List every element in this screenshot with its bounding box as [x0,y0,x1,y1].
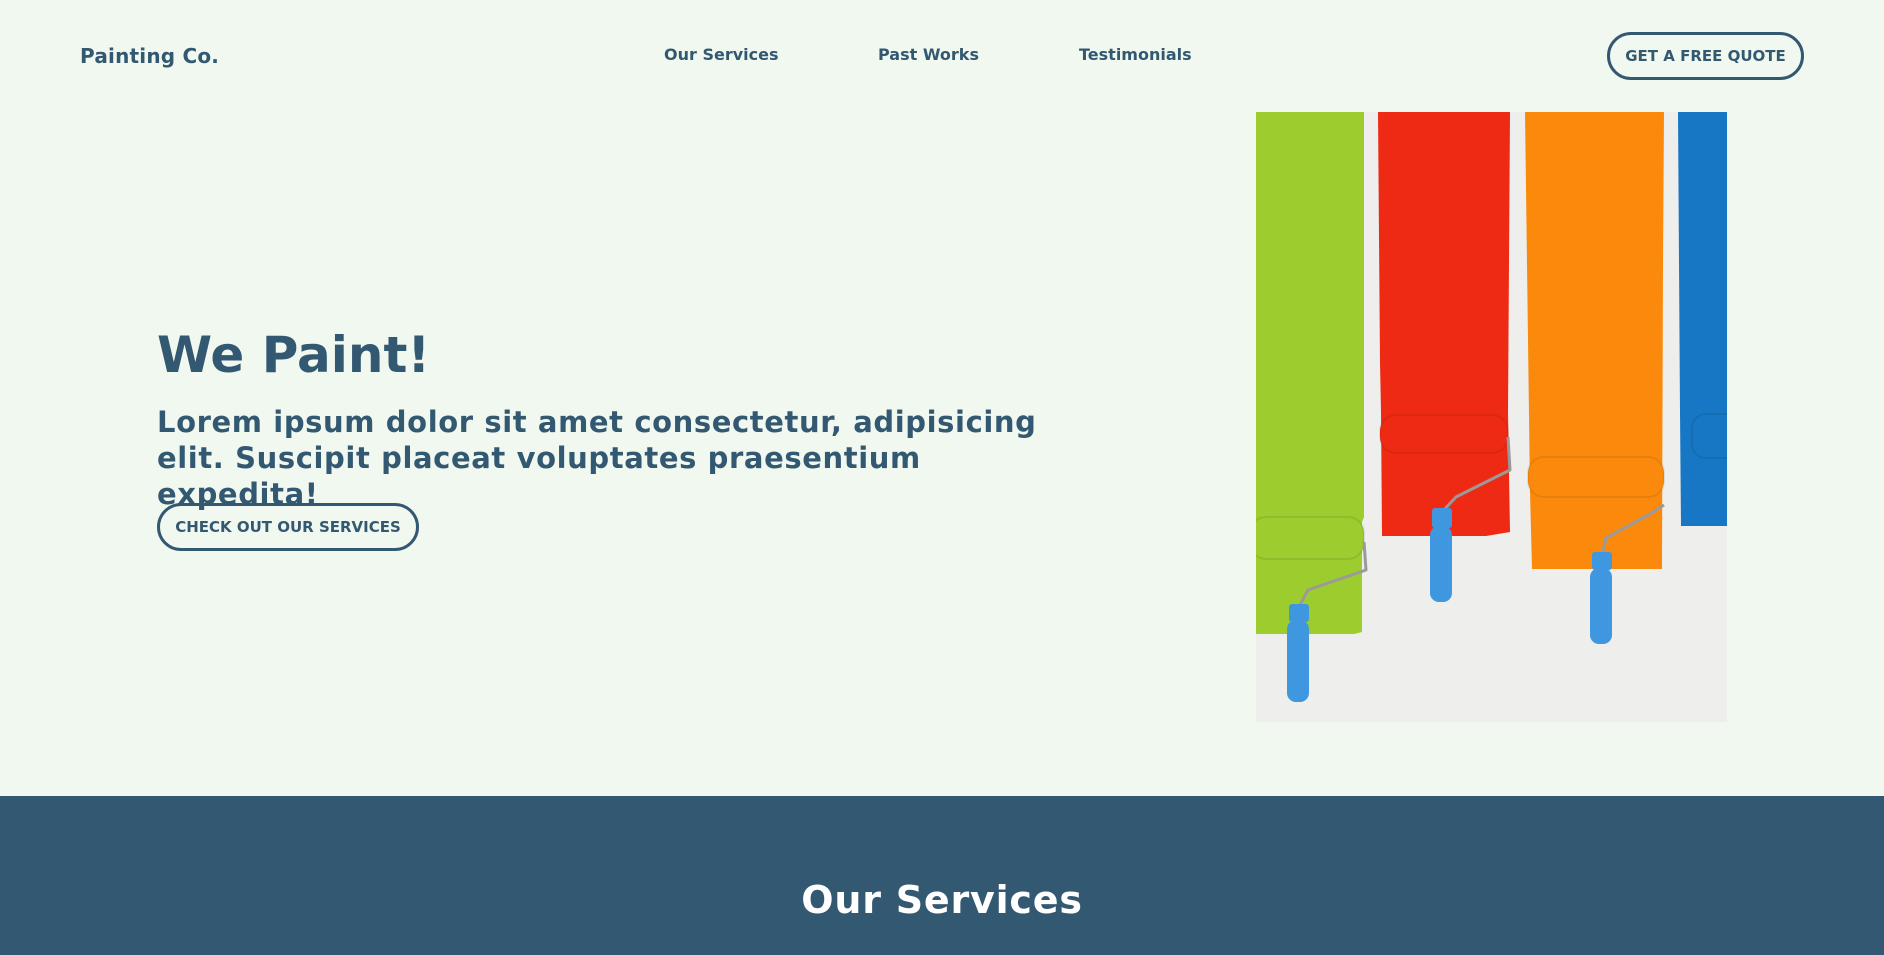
hero-image [1256,112,1727,722]
get-free-quote-button[interactable]: GET A FREE QUOTE [1607,32,1804,80]
orange-roller-grip [1590,568,1612,644]
hero-subtitle: Lorem ipsum dolor sit amet consectetur, … [157,405,1037,511]
services-section: Our Services [0,796,1884,955]
orange-roller-handle [1592,552,1612,570]
red-paint-stripe [1378,112,1510,536]
nav-link-testimonials[interactable]: Testimonials [1079,44,1192,66]
green-roller-cover [1256,516,1365,560]
nav-link-past-works[interactable]: Past Works [878,44,979,66]
red-roller-grip [1430,526,1452,602]
blue-roller-cover [1691,413,1727,459]
orange-roller-cover [1527,456,1665,498]
nav-link-our-services[interactable]: Our Services [664,44,779,66]
check-out-services-button[interactable]: CHECK OUT OUR SERVICES [157,503,419,551]
blue-paint-stripe [1678,112,1727,526]
hero-title: We Paint! [157,326,431,384]
red-roller-handle [1432,508,1452,528]
orange-paint-stripe [1525,112,1664,569]
brand-logo[interactable]: Painting Co. [80,42,219,70]
green-roller-handle [1289,604,1309,622]
green-roller-grip [1287,620,1309,702]
red-roller-cover [1379,414,1509,454]
paint-rollers-illustration [1256,112,1727,722]
services-heading: Our Services [801,878,1083,922]
site-header: Painting Co. Our Services Past Works Tes… [0,0,1884,112]
